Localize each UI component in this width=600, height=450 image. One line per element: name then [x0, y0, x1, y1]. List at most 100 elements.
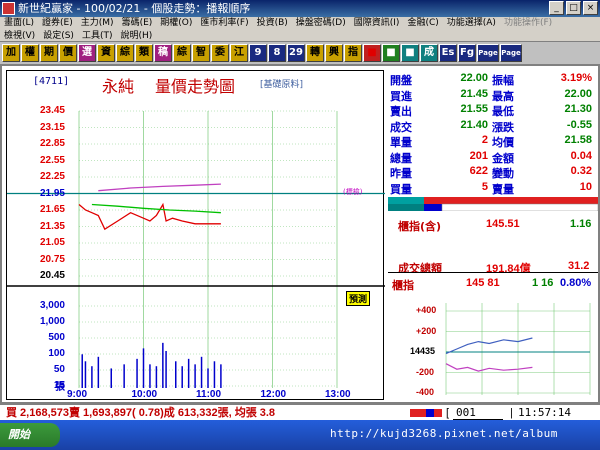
toolbar-button-19[interactable]: ■: [363, 44, 381, 62]
maximize-button[interactable]: □: [566, 1, 581, 15]
quote-value: 0.04: [570, 149, 592, 162]
mini-index-line: [445, 337, 533, 355]
mini-tick-label: -200: [416, 366, 435, 377]
quote-label: 開盤: [390, 75, 412, 87]
quote-row: 買進 21.45 最高 22.00: [388, 87, 598, 103]
toolbar-button-20[interactable]: ■: [382, 44, 400, 62]
status-bar: 買 2,168,573賣 1,693,897( 0.78)成 613,332張,…: [0, 404, 600, 420]
menu2-item-0[interactable]: 檢視(V): [0, 30, 39, 41]
toolbar-button-9[interactable]: 綜: [173, 44, 191, 62]
menu2-item-1[interactable]: 設定(S): [39, 30, 78, 41]
toolbar-button-22[interactable]: 成: [420, 44, 438, 62]
quote-value: 21.45: [460, 87, 488, 100]
toolbar-button-18[interactable]: 指: [344, 44, 362, 62]
menu-item-8[interactable]: 國際資訊(I): [350, 17, 404, 30]
quote-value: 21.40: [460, 118, 488, 131]
mini-tick-label: 14435: [410, 346, 436, 356]
toolbar-button-26[interactable]: Page: [500, 44, 522, 62]
mini-tick-label: -400: [416, 387, 435, 397]
app-icon: [2, 2, 15, 15]
quote-row: 成交 21.40 漲跌 -0.55: [388, 118, 598, 134]
stock-code-input[interactable]: 001: [453, 406, 503, 420]
menu-item-5[interactable]: 匯市利率(F): [196, 17, 252, 30]
toolbar-button-1[interactable]: 權: [21, 44, 39, 62]
toolbar-button-23[interactable]: Es: [439, 44, 457, 62]
mini-index-panel: 櫃指 145 81 1 16 0.80% +400 +200 14435 -200 -4…: [388, 272, 598, 402]
toolbar-button-4[interactable]: 選: [78, 44, 96, 62]
quote-label: 漲跌: [492, 121, 514, 134]
quote-label: 賣量: [492, 183, 514, 196]
quote-label: 買量: [390, 183, 412, 196]
time-tick-label: 13:00: [325, 389, 351, 400]
toolbar-button-14[interactable]: 8: [268, 44, 286, 62]
quote-label: 成交: [390, 121, 412, 134]
toolbar-button-13[interactable]: 9: [249, 44, 267, 62]
quote-label: 變動: [492, 168, 514, 180]
quote-label: 最高: [492, 90, 514, 103]
menu-item-0[interactable]: 畫面(L): [0, 17, 38, 30]
toolbar-button-17[interactable]: 興: [325, 44, 343, 62]
toolbar-button-24[interactable]: Fg: [458, 44, 476, 62]
toolbar-button-7[interactable]: 類: [135, 44, 153, 62]
price-tick-label: 21.05: [39, 237, 65, 248]
quote-label: 單量: [390, 137, 412, 149]
mini-tick-label: +400: [416, 305, 437, 315]
menu-item-10[interactable]: 功能選擇(A): [443, 17, 500, 30]
mini-index-chart[interactable]: [388, 273, 598, 403]
watermark-url: http://kujd3268.pixnet.net/album: [330, 427, 558, 440]
menu2-item-2[interactable]: 工具(T): [78, 30, 117, 41]
close-button[interactable]: ×: [583, 1, 598, 15]
quote-value: 10: [579, 180, 592, 193]
main-area: [4711] 永純 量價走勢圖 [基礎原料] 23.45 23.15 22.85 22…: [0, 64, 600, 404]
quote-row: 開盤 22.00 振幅 3.19%: [388, 72, 598, 87]
quote-value: 21.30: [564, 103, 592, 115]
menu-item-6[interactable]: 投資(B): [253, 17, 292, 30]
time-tick-label: 10:00: [131, 389, 158, 400]
menu-item-4[interactable]: 期權(O): [156, 17, 196, 30]
time-tick-label: 9:00: [67, 389, 88, 400]
quote-value: 22.00: [564, 87, 592, 100]
mini-volume-line: [445, 363, 533, 372]
toolbar-button-8[interactable]: 稿: [154, 44, 172, 62]
toolbar-button-5[interactable]: 資: [97, 44, 115, 62]
otc-index-change: 1.16: [570, 218, 592, 230]
quote-row: 總量 201 金額 0.04: [388, 149, 598, 165]
quote-label: 昨量: [390, 168, 412, 180]
quote-panel: 櫃指(含) 145.51 1.16 成交總額 191.84億 31.2 開盤 22…: [388, 70, 599, 275]
minimize-button[interactable]: _: [549, 1, 564, 15]
toolbar-button-11[interactable]: 委: [211, 44, 229, 62]
menu-bar: 畫面(L) 證券(E) 主力(M) 籌碼(E) 期權(O) 匯市利率(F) 投資(B) 操盤密…: [0, 17, 600, 30]
price-tick-label: 23.45: [39, 105, 65, 116]
toolbar-button-0[interactable]: 加: [2, 44, 20, 62]
menu2-item-3[interactable]: 說明(H): [116, 30, 156, 41]
quote-label: 金額: [492, 152, 514, 165]
price-tick-label: 21.65: [39, 204, 65, 215]
toolbar-button-12[interactable]: 江: [230, 44, 248, 62]
price-tick-label: 21.95: [39, 187, 65, 199]
toolbar-button-3[interactable]: 價: [59, 44, 77, 62]
toolbar-button-10[interactable]: 智: [192, 44, 210, 62]
window-title-bar[interactable]: 新世紀贏家 - 100/02/21 - 個股走勢：播報順序 _ □ ×: [0, 0, 600, 17]
menu-item-2[interactable]: 主力(M): [77, 17, 118, 30]
quote-label: 最低: [492, 106, 514, 118]
volume-tick-label: 500: [48, 332, 65, 343]
toolbar-button-21[interactable]: ■: [401, 44, 419, 62]
menu-item-3[interactable]: 籌碼(E): [118, 17, 157, 30]
menu-item-7[interactable]: 操盤密碼(D): [292, 17, 350, 30]
toolbar-button-15[interactable]: 29: [287, 44, 305, 62]
toolbar-button-25[interactable]: Page: [477, 44, 499, 62]
status-summary: 買 2,168,573賣 1,693,897( 0.78)成 613,332張,…: [6, 407, 276, 419]
start-button[interactable]: 開始: [0, 423, 60, 447]
time-separator: |: [510, 407, 513, 419]
price-tick-label: 22.55: [39, 154, 65, 166]
menu-item-9[interactable]: 金融(C): [403, 17, 442, 30]
menu-item-disabled: 功能操作(F): [503, 18, 553, 28]
menu-item-1[interactable]: 證券(E): [38, 17, 77, 30]
toolbar-button-6[interactable]: 綜: [116, 44, 134, 62]
toolbar-button-2[interactable]: 期: [40, 44, 58, 62]
price-tick-label: 20.45: [39, 270, 65, 281]
volume-tick-label: 100: [48, 348, 65, 359]
reference-label: (標檢): [343, 188, 363, 196]
toolbar-button-16[interactable]: 轉: [306, 44, 324, 62]
preview-button[interactable]: 預測: [346, 291, 371, 306]
